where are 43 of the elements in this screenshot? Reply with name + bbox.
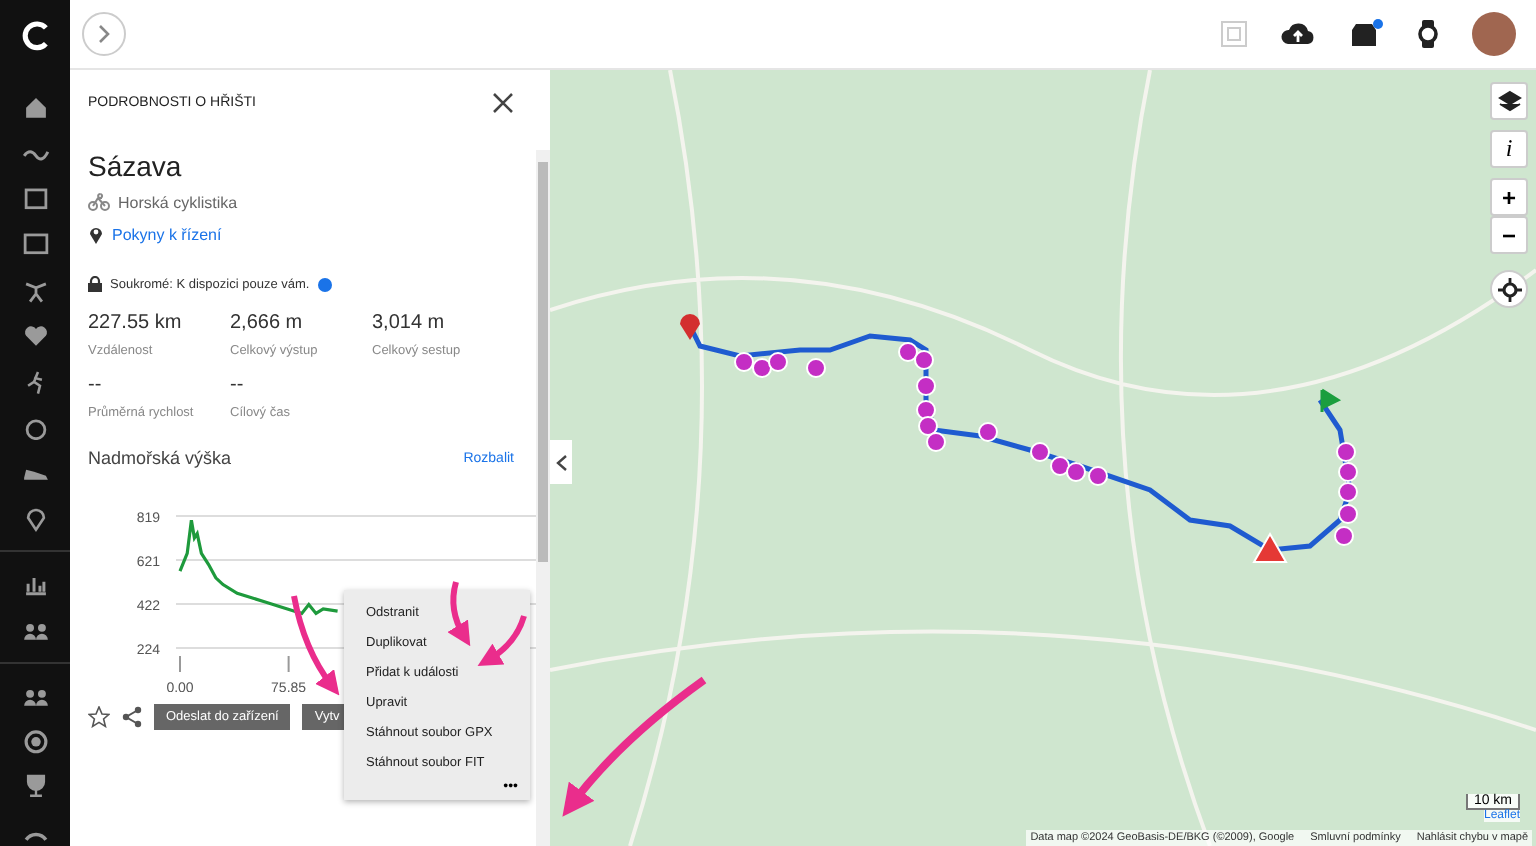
home-icon[interactable]: [21, 93, 49, 122]
info-button[interactable]: i: [1490, 130, 1528, 168]
stat-value: --: [230, 374, 246, 396]
annotation-arrow: [447, 581, 470, 647]
close-button[interactable]: [492, 91, 514, 113]
upload-cloud-icon[interactable]: [1280, 20, 1316, 48]
forward-button[interactable]: [82, 12, 126, 56]
scrollbar[interactable]: [536, 150, 550, 846]
help-icon[interactable]: [317, 277, 332, 291]
star-icon[interactable]: [88, 706, 110, 728]
warning-icon: [1252, 532, 1288, 563]
pin-icon[interactable]: [21, 504, 49, 533]
layers-icon: [1497, 89, 1521, 113]
stat-value: --: [88, 374, 104, 396]
sport-label: Horská cyklistika: [118, 193, 238, 211]
locate-icon: [1497, 277, 1521, 301]
zoom-in-button[interactable]: +: [1490, 178, 1528, 216]
chevron-left-icon: [555, 453, 567, 471]
location-pin-icon: [88, 224, 104, 244]
chevron-right-icon: [96, 24, 112, 44]
heart-icon[interactable]: [21, 321, 49, 350]
watch-icon[interactable]: [1416, 18, 1440, 50]
logo-icon[interactable]: [19, 20, 51, 52]
stat-value: 2,666 m: [230, 312, 305, 334]
start-pin-icon: [680, 314, 700, 340]
avatar[interactable]: [1472, 12, 1516, 56]
elevation-heading: Nadmořská výška: [88, 448, 232, 468]
share-icon[interactable]: [122, 706, 142, 728]
stat-value: 3,014 m: [372, 312, 447, 334]
course-title: Sázava: [88, 150, 184, 182]
layers-button[interactable]: [1490, 82, 1528, 120]
bicycle-icon: [88, 192, 110, 212]
stat-value: 227.55 km: [88, 312, 184, 334]
collapse-button[interactable]: [550, 440, 572, 484]
directions-link[interactable]: Pokyny k řízení: [112, 225, 222, 243]
flag-icon: [1320, 388, 1342, 414]
lock-icon: [88, 276, 102, 292]
zoom-out-button[interactable]: −: [1490, 216, 1528, 254]
trophy-icon[interactable]: [21, 772, 49, 801]
annotation-arrow: [477, 615, 527, 667]
close-icon: [492, 91, 514, 113]
badge-icon[interactable]: [21, 727, 49, 755]
inbox-icon[interactable]: [1348, 18, 1384, 50]
